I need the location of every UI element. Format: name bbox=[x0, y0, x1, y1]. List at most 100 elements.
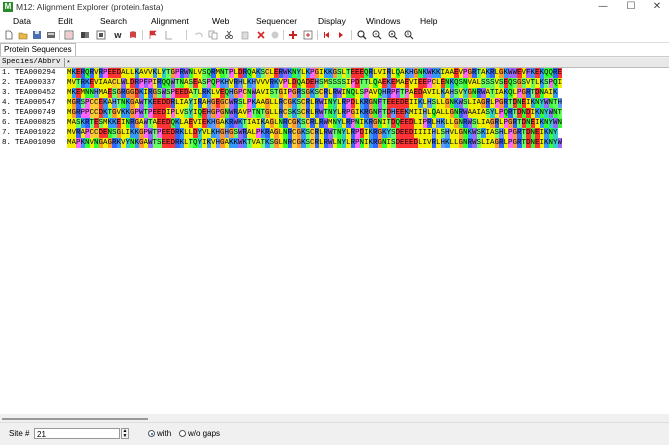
menu-search[interactable]: Search bbox=[100, 16, 127, 26]
residue-cell[interactable]: E bbox=[557, 68, 562, 78]
sequence-residues[interactable]: MKERQRVRPEEDALLKAVVKLYTGPRWNLVSQRMNTPLDR… bbox=[67, 68, 562, 78]
sequence-label[interactable]: 3. TEA000452 bbox=[2, 88, 66, 98]
sequence-row[interactable]: 2. TEA000337 MVTRKEVIAACLWLDRPFPIRQQWTNASE… bbox=[0, 78, 669, 88]
sequence-label[interactable]: 8. TEA001090 bbox=[2, 138, 66, 148]
residue-cell[interactable]: I bbox=[557, 78, 562, 88]
menu-web[interactable]: Web bbox=[212, 16, 229, 26]
without-gaps-label[interactable]: w/o gaps bbox=[188, 429, 220, 438]
sequence-number: 2. bbox=[2, 79, 12, 87]
sequence-residues[interactable]: MVRAPCCDENSGLIKKGPWTPEEDRKLLDYVLKHGHGSWR… bbox=[67, 128, 558, 138]
align-icon[interactable]: W bbox=[114, 30, 124, 40]
maximize-button[interactable]: ☐ bbox=[619, 0, 643, 14]
copy-icon[interactable] bbox=[208, 30, 218, 40]
open-icon[interactable] bbox=[18, 30, 28, 40]
sequence-residues[interactable]: MAPKNVNGAGRKVYNKGAWTSEEDRKLTQYIKVHGAKKWK… bbox=[67, 138, 562, 148]
residue-cell[interactable]: H bbox=[557, 98, 562, 108]
sequence-number: 7. bbox=[2, 129, 12, 137]
font-icon[interactable] bbox=[128, 30, 138, 40]
sequence-residues[interactable]: MVTRKEVIAACLWLDRPFPIRQQWTNASEASPQPKHVRHL… bbox=[67, 78, 562, 88]
sequence-row[interactable]: 4. TEA000547 MGRSPCCEKAHTNKGAWTKEEDDRLIAYI… bbox=[0, 98, 669, 108]
menu-edit[interactable]: Edit bbox=[58, 16, 73, 26]
sequence-residues[interactable]: MGRSPCCEKAHTNKGAWTKEEDDRLIAYIRAHGEGCWRSL… bbox=[67, 98, 562, 108]
sequence-label[interactable]: 2. TEA000337 bbox=[2, 78, 66, 88]
site-stepper[interactable]: ▲ ▼ bbox=[121, 428, 129, 439]
svg-text:W: W bbox=[114, 32, 122, 40]
new-icon[interactable] bbox=[4, 30, 14, 40]
toolbar-separator bbox=[283, 30, 284, 40]
minimize-button[interactable]: — bbox=[591, 0, 615, 14]
toolbar-separator bbox=[186, 30, 187, 40]
delete-icon[interactable] bbox=[256, 30, 266, 40]
menu-data[interactable]: Data bbox=[13, 16, 31, 26]
sequence-row[interactable]: 7. TEA001022 MVRAPCCDENSGLIKKGPWTPEEDRKLLD… bbox=[0, 128, 669, 138]
next-icon[interactable] bbox=[336, 30, 346, 40]
species-column-header[interactable]: Species/Abbrv bbox=[2, 58, 65, 67]
sequence-residues[interactable]: MGRPPCCDKTGVKKGPWTPEEDIPLVSYIQEHGPGNWRAV… bbox=[67, 108, 562, 118]
site-label: Site # bbox=[9, 429, 30, 438]
cut-icon[interactable] bbox=[224, 30, 234, 40]
add-row-icon[interactable] bbox=[288, 30, 298, 40]
without-gaps-radio[interactable] bbox=[179, 430, 186, 437]
book-icon[interactable] bbox=[80, 30, 90, 40]
horizontal-scrollbar[interactable] bbox=[0, 414, 669, 422]
site-number-input[interactable]: 21 bbox=[34, 428, 120, 439]
menu-windows[interactable]: Windows bbox=[366, 16, 400, 26]
menu-display[interactable]: Display bbox=[318, 16, 346, 26]
sequence-name: TEA001022 bbox=[15, 129, 56, 137]
sequence-label[interactable]: 4. TEA000547 bbox=[2, 98, 66, 108]
undo-icon[interactable] bbox=[194, 30, 204, 40]
paste-icon[interactable] bbox=[240, 30, 250, 40]
export-icon[interactable] bbox=[46, 30, 56, 40]
menu-bar: Data Edit Search Alignment Web Sequencer… bbox=[0, 14, 669, 28]
sequence-residues[interactable]: MKEMNNHMAESGRGGDKIRGSWSPEEDATLRKLVEQHGPC… bbox=[67, 88, 558, 98]
status-bar: Site # 21 ▲ ▼ with w/o gaps bbox=[0, 422, 669, 445]
sequence-label[interactable]: 7. TEA001022 bbox=[2, 128, 66, 138]
sequence-label[interactable]: 6. TEA000825 bbox=[2, 118, 66, 128]
find-next-icon[interactable] bbox=[388, 30, 398, 40]
search-icon[interactable] bbox=[357, 30, 367, 40]
sequence-name: TEA000749 bbox=[15, 109, 56, 117]
sequence-row[interactable]: 1. TEA000294 MKERQRVRPEEDALLKAVVKLYTGPRWNL… bbox=[0, 68, 669, 78]
sequence-name: TEA001090 bbox=[15, 139, 56, 147]
sequence-name: TEA000294 bbox=[15, 69, 56, 77]
sequence-name: TEA000337 bbox=[15, 79, 56, 87]
sequence-residues[interactable]: MASKRTESMKKEINRGAWTAEEDQKLAEVIEKHGAKRWKT… bbox=[67, 118, 562, 128]
with-gaps-label[interactable]: with bbox=[157, 429, 171, 438]
residue-cell[interactable]: N bbox=[557, 118, 562, 128]
find-prev-icon[interactable] bbox=[372, 30, 382, 40]
toolbar-separator bbox=[317, 30, 318, 40]
sequence-row[interactable]: 5. TEA000749 MGRPPCCDKTGVKKGPWTPEEDIPLVSYI… bbox=[0, 108, 669, 118]
menu-help[interactable]: Help bbox=[420, 16, 437, 26]
insert-icon[interactable] bbox=[303, 30, 313, 40]
find-motif-icon[interactable]: A bbox=[404, 30, 414, 40]
menu-alignment[interactable]: Alignment bbox=[151, 16, 189, 26]
toolbar-separator bbox=[142, 30, 143, 40]
save-icon[interactable] bbox=[32, 30, 42, 40]
sequence-number: 3. bbox=[2, 89, 12, 97]
translate-icon[interactable] bbox=[96, 30, 106, 40]
close-button[interactable]: ✕ bbox=[645, 0, 669, 14]
sequence-data-icon[interactable] bbox=[64, 30, 74, 40]
align-gap-icon[interactable] bbox=[164, 30, 174, 40]
app-logo-icon: M bbox=[3, 2, 13, 12]
residue-cell[interactable]: T bbox=[557, 108, 562, 118]
sequence-label[interactable]: 1. TEA000294 bbox=[2, 68, 66, 78]
with-gaps-radio[interactable] bbox=[148, 430, 155, 437]
prev-icon[interactable] bbox=[322, 30, 332, 40]
scrollbar-thumb[interactable] bbox=[2, 418, 148, 420]
sequence-row[interactable]: 3. TEA000452 MKEMNNHMAESGRGGDKIRGSWSPEEDAT… bbox=[0, 88, 669, 98]
residue-cell[interactable]: K bbox=[553, 88, 558, 98]
sequence-name: TEA000547 bbox=[15, 99, 56, 107]
flag-icon[interactable] bbox=[148, 30, 158, 40]
sequence-row[interactable]: 6. TEA000825 MASKRTESMKKEINRGAWTAEEDQKLAEV… bbox=[0, 118, 669, 128]
residue-cell[interactable]: Y bbox=[553, 128, 558, 138]
tab-protein-sequences[interactable]: Protein Sequences bbox=[0, 43, 76, 56]
residue-cell[interactable]: W bbox=[557, 138, 562, 148]
toolbar-separator bbox=[351, 30, 352, 40]
sequence-number: 4. bbox=[2, 99, 12, 107]
sequence-row[interactable]: 8. TEA001090 MAPKNVNGAGRKVYNKGAWTSEEDRKLTQ… bbox=[0, 138, 669, 148]
alignment-grid[interactable]: Species/Abbrv * 1. TEA000294 MKERQRVRPEEDA… bbox=[0, 58, 669, 414]
menu-sequencer[interactable]: Sequencer bbox=[256, 16, 297, 26]
clear-icon[interactable] bbox=[270, 30, 280, 40]
sequence-label[interactable]: 5. TEA000749 bbox=[2, 108, 66, 118]
